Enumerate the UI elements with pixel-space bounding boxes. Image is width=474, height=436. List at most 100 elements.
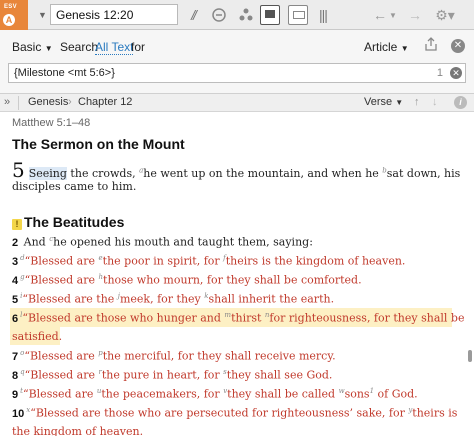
bible-text-pane[interactable]: Matthew 5:1–48 The Sermon on the Mount 5… xyxy=(0,112,474,436)
search-mode-label: Basic xyxy=(12,40,42,54)
verse-number[interactable]: 5 xyxy=(12,294,18,306)
verse-text: “Blessed are xyxy=(22,387,97,401)
gear-icon[interactable]: ⚙▾ xyxy=(434,5,456,25)
verse-text: the poor in spirit, for xyxy=(102,254,224,268)
verse-text: thirst xyxy=(231,311,265,325)
verse-number[interactable]: 10 xyxy=(12,408,24,420)
verse-text: “Blessed are those who hunger and xyxy=(22,311,225,325)
verse-line: the kingdom of heaven. xyxy=(12,425,143,436)
resource-menu-caret-icon[interactable]: ▼ xyxy=(38,10,47,20)
parallel-icon[interactable]: // xyxy=(184,5,202,25)
verse-text: And xyxy=(23,235,50,249)
section-heading: ! The Beatitudes xyxy=(12,214,124,230)
verse-text: “Blessed are xyxy=(24,368,99,382)
info-icon[interactable]: i xyxy=(454,96,467,109)
verse-number[interactable]: 3 xyxy=(12,256,18,268)
resource-badge[interactable]: ESV A xyxy=(0,0,28,30)
chevron-down-icon: ▼ xyxy=(44,44,53,53)
verse-line: 9 t“Blessed are uthe peacemakers, for vth… xyxy=(12,387,418,401)
search-query-text: {Milestone <mt 5:6>} xyxy=(14,67,115,79)
verse-dropdown-label: Verse xyxy=(364,96,393,108)
verse-text: the pure in heart, for xyxy=(101,368,224,382)
forward-arrow-icon[interactable]: → xyxy=(408,5,422,25)
verse-text: “Blessed are the xyxy=(22,292,118,306)
verse-text: the merciful, for they shall receive mer… xyxy=(102,349,336,363)
verse-text: satisfied. xyxy=(12,330,63,343)
verse-line: 8 q“Blessed are rthe pure in heart, for s… xyxy=(12,368,332,382)
verse-text: disciples came to him. xyxy=(12,180,137,193)
share-icon[interactable] xyxy=(420,36,442,56)
verse-line: 2 And che opened his mouth and taught th… xyxy=(12,235,313,249)
verse-line: disciples came to him. xyxy=(12,180,136,193)
close-icon[interactable]: ✕ xyxy=(451,39,465,53)
verse-text: theirs is xyxy=(412,406,458,420)
search-mode-dropdown[interactable]: Basic ▼ xyxy=(12,40,53,54)
badge-letter: A xyxy=(3,14,15,26)
verse-line: 4 g“Blessed are hthose who mourn, for the… xyxy=(12,273,362,287)
breadcrumb-chapter[interactable]: Chapter 12 xyxy=(78,96,132,108)
back-menu-caret-icon[interactable]: ▼ xyxy=(388,5,398,25)
verse-text: the peacemakers, for xyxy=(101,387,224,401)
verse-line: 10 x“Blessed are those who are persecuted… xyxy=(12,406,457,420)
verse-text: for righteousness, for they shall be xyxy=(269,311,465,325)
section-heading: The Sermon on the Mount xyxy=(12,136,185,152)
passage-reference: Matthew 5:1–48 xyxy=(12,117,91,129)
top-toolbar: ESV A ▼ // ||| ← ▼ → ⚙▾ xyxy=(0,0,474,30)
verse-number[interactable]: 4 xyxy=(12,275,18,287)
visual-filters-icon[interactable] xyxy=(236,5,256,25)
verse-number[interactable]: 7 xyxy=(12,351,18,363)
search-input[interactable]: {Milestone <mt 5:6>} 1 ✕ xyxy=(8,63,466,83)
verse-dropdown[interactable]: Verse ▼ xyxy=(364,96,403,108)
verse-number[interactable]: 9 xyxy=(12,389,18,401)
verse-line: 3 d“Blessed are ethe poor in spirit, for … xyxy=(12,254,405,268)
chevron-down-icon: ▼ xyxy=(395,98,404,107)
verse-text: meek, for they xyxy=(119,292,205,306)
result-kind-dropdown[interactable]: Article ▼ xyxy=(364,40,409,54)
search-hit-word[interactable]: Seeing xyxy=(28,167,67,180)
clear-search-icon[interactable]: ✕ xyxy=(450,67,462,79)
text-format-icon[interactable] xyxy=(208,5,230,25)
columns-icon[interactable]: ||| xyxy=(314,5,332,25)
previous-arrow-icon[interactable]: ↑ xyxy=(414,96,420,108)
verse-text: theirs is the kingdom of heaven. xyxy=(225,254,406,268)
verse-text: of God. xyxy=(374,387,418,401)
verse-text: the crowds, xyxy=(66,167,140,180)
verse-text: sat down, his xyxy=(386,167,461,180)
search-label: Search xyxy=(60,40,99,54)
verse-text: he went up on the mountain, and when he xyxy=(143,167,383,180)
back-arrow-icon[interactable]: ← xyxy=(372,5,388,25)
chevron-down-icon: ▼ xyxy=(400,44,409,53)
search-scope-link[interactable]: All Text xyxy=(95,40,134,55)
search-panel: Basic ▼ Search All Text for Article ▼ ✕ … xyxy=(0,30,474,94)
divider xyxy=(18,96,19,110)
panel-layout-icon[interactable] xyxy=(260,5,280,25)
for-label: for xyxy=(131,40,146,54)
verse-text: shall inherit the earth. xyxy=(208,292,335,306)
location-navbar: » Genesis › Chapter 12 Verse ▼ ↑ ↓ i xyxy=(0,94,474,112)
milestone-icon[interactable]: ! xyxy=(12,219,22,230)
verse-line: 5 i“Blessed are the jmeek, for they kshal… xyxy=(12,292,334,306)
verse-text: the kingdom of heaven. xyxy=(12,425,144,436)
next-arrow-icon[interactable]: ↓ xyxy=(432,96,438,108)
verse-number[interactable]: 8 xyxy=(12,370,18,382)
verse-text: “Blessed are xyxy=(24,349,99,363)
verse-text: sons xyxy=(344,387,370,401)
reference-input[interactable] xyxy=(50,4,178,25)
verse-text: they shall see God. xyxy=(226,368,333,382)
expand-icon[interactable]: » xyxy=(4,96,10,108)
verse-line-highlighted: satisfied. xyxy=(12,330,62,343)
chapter-number: 5 xyxy=(12,158,25,182)
verse-text: “Blessed are xyxy=(24,273,99,287)
section-heading-text: The Beatitudes xyxy=(24,214,125,230)
verse-line: 7 o“Blessed are pthe merciful, for they s… xyxy=(12,349,336,363)
verse-text: those who mourn, for they shall be comfo… xyxy=(103,273,362,287)
verse-number[interactable]: 6 xyxy=(12,313,18,325)
verse-text: they shall be called xyxy=(227,387,339,401)
scrollbar-thumb[interactable] xyxy=(468,350,472,362)
verse-text: “Blessed are those who are persecuted fo… xyxy=(30,406,409,420)
result-count: 1 xyxy=(436,67,443,79)
breadcrumb-book[interactable]: Genesis xyxy=(28,96,68,108)
verse-number[interactable]: 2 xyxy=(12,237,18,249)
inline-panel-icon[interactable] xyxy=(288,5,308,25)
result-kind-label: Article xyxy=(364,40,398,54)
